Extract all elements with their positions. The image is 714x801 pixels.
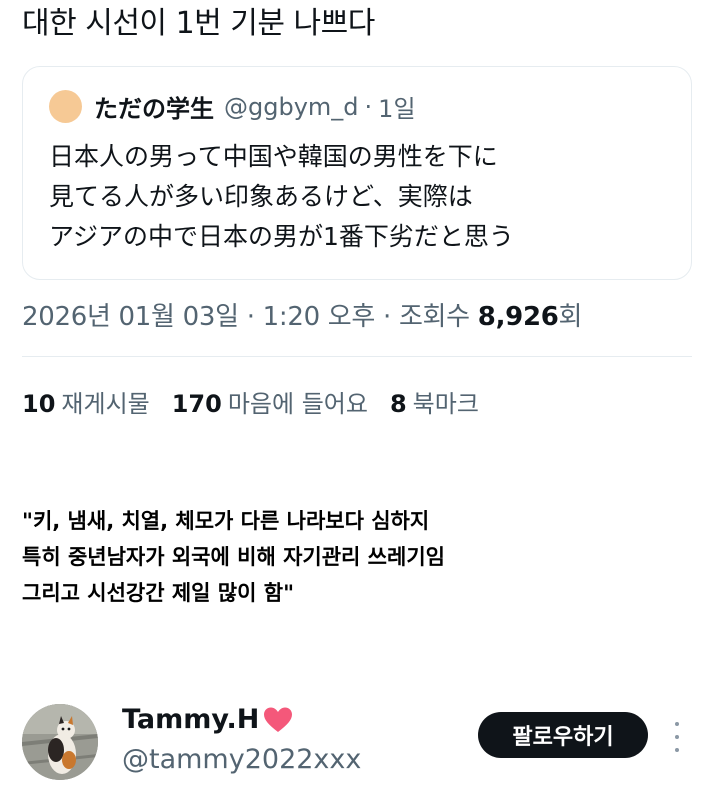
tweet-text: 대한 시선이 1번 기분 나쁘다 (22, 6, 375, 41)
quoted-user-handle: @ggbym_d (224, 92, 359, 121)
user-handle: @tammy2022xxx (122, 744, 362, 775)
user-name-row[interactable]: Tammy.H (122, 704, 293, 735)
user-name: Tammy.H (122, 704, 260, 735)
separator-dot: · (246, 302, 263, 332)
separator-dot: · (383, 302, 399, 332)
user-card: Tammy.H @tammy2022xxx 팔로우하기 (22, 702, 692, 782)
bookmarks-stat[interactable]: 8 북마크 (390, 384, 479, 419)
bookmarks-count: 8 (389, 390, 407, 418)
caption-line: "키, 냄새, 치열, 체모가 다른 나라보다 심하지 (22, 509, 430, 533)
quoted-user-name[interactable]: ただの学生 (94, 89, 214, 124)
quoted-tweet-header: ただの学生 @ggbym_d · 1일 (49, 89, 416, 124)
reposts-count: 10 (22, 390, 56, 418)
quoted-tweet-card[interactable]: ただの学生 @ggbym_d · 1일 日本人の男って中国や韓国の男性を下に 見… (22, 66, 692, 280)
caption-text: "키, 냄새, 치열, 체모가 다른 나라보다 심하지 특히 중년남자가 외국에… (22, 503, 445, 611)
tweet-date[interactable]: 2026년 01월 03일 (22, 302, 239, 332)
caption-line: 특히 중년남자가 외국에 비해 자기관리 쓰레기임 (22, 545, 445, 569)
likes-count: 170 (171, 390, 222, 418)
views-suffix: 회 (558, 302, 583, 332)
follow-button[interactable]: 팔로우하기 (478, 712, 648, 758)
tweet-meta: 2026년 01월 03일 · 1:20 오후 · 조회수 8,926회 (22, 296, 582, 333)
quoted-tweet-line: 見てる人が多い印象あるけど、実際は (49, 182, 473, 211)
views-count: 8,926 (477, 302, 559, 332)
quoted-tweet-line: 日本人の男って中国や韓国の男性を下に (49, 142, 498, 171)
quoted-tweet-body: 日本人の男って中国や韓国の男性を下に 見てる人が多い印象あるけど、実際は アジア… (49, 137, 679, 257)
views-label: 조회수 (398, 302, 470, 332)
reposts-label: 재게시물 (61, 390, 150, 418)
reposts-stat[interactable]: 10 재게시물 (22, 384, 150, 419)
quoted-tweet-line: アジアの中で日本の男が1番下劣だと思う (49, 222, 514, 251)
caption-line: 그리고 시선강간 제일 많이 함" (22, 581, 295, 605)
quoted-user-avatar[interactable] (49, 90, 82, 123)
likes-label: 마음에 들어요 (227, 390, 368, 418)
heart-icon (263, 706, 293, 734)
user-avatar[interactable] (22, 704, 98, 780)
divider (22, 356, 692, 357)
avatar-cat-image (22, 704, 98, 780)
likes-stat[interactable]: 170 마음에 들어요 (172, 384, 368, 419)
quoted-tweet-time[interactable]: 1일 (378, 89, 415, 124)
bookmarks-label: 북마크 (412, 390, 479, 418)
tweet-stats: 10 재게시물 170 마음에 들어요 8 북마크 (22, 384, 501, 419)
separator-dot: · (364, 92, 373, 121)
tweet-time[interactable]: 1:20 오후 (263, 302, 376, 332)
more-vertical-icon[interactable] (670, 722, 684, 752)
